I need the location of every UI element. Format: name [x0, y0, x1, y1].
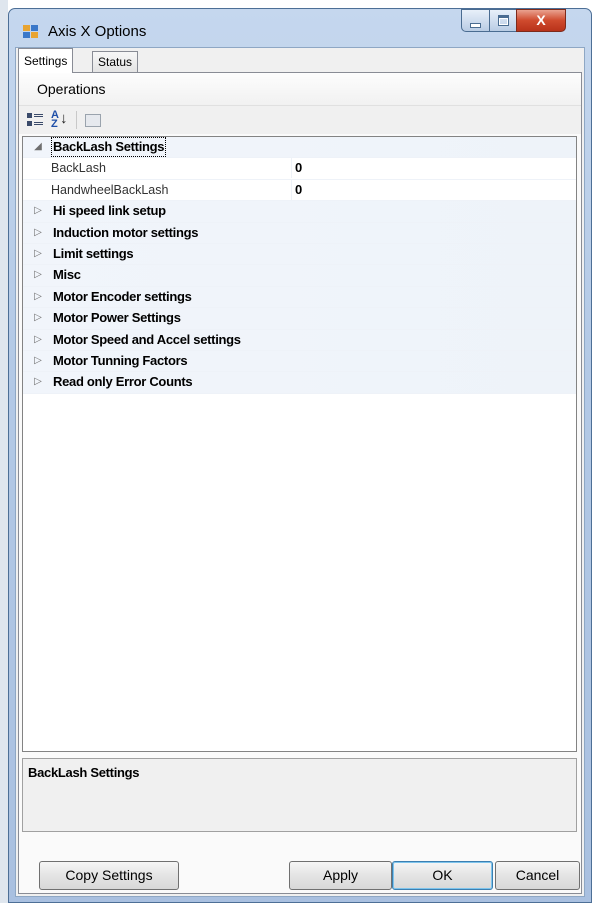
- window-title: Axis X Options: [48, 23, 147, 40]
- category-row[interactable]: ▷ Induction motor settings: [23, 222, 576, 244]
- category-label[interactable]: Misc: [53, 265, 81, 285]
- collapsed-icon[interactable]: ▷: [32, 244, 44, 264]
- window-client-area: Settings Status Operations A Z ↓ ◢ BackL…: [15, 47, 585, 897]
- collapsed-icon[interactable]: ▷: [32, 330, 44, 350]
- collapsed-icon[interactable]: ▷: [32, 287, 44, 307]
- category-label[interactable]: Limit settings: [53, 244, 134, 264]
- sort-alphabetical-icon[interactable]: A Z ↓: [49, 110, 69, 130]
- collapsed-icon[interactable]: ▷: [32, 223, 44, 243]
- category-row[interactable]: ▷ Motor Tunning Factors: [23, 350, 576, 373]
- category-row[interactable]: ◢ BackLash Settings: [23, 137, 576, 159]
- help-title: BackLash Settings: [28, 765, 140, 780]
- collapsed-icon[interactable]: ▷: [32, 351, 44, 371]
- category-row[interactable]: ▷ Hi speed link setup: [23, 201, 576, 223]
- background-edge: [0, 0, 8, 903]
- operations-label[interactable]: Operations: [37, 81, 105, 97]
- close-button[interactable]: X: [516, 9, 566, 32]
- category-row[interactable]: ▷ Motor Encoder settings: [23, 286, 576, 309]
- apply-button[interactable]: Apply: [289, 861, 392, 890]
- categorized-icon[interactable]: [25, 110, 45, 130]
- category-row[interactable]: ▷ Limit settings: [23, 243, 576, 266]
- button-bar: Copy Settings Apply OK Cancel: [19, 839, 581, 895]
- category-label[interactable]: Motor Power Settings: [53, 308, 181, 328]
- category-label[interactable]: Motor Speed and Accel settings: [53, 330, 241, 350]
- copy-settings-button[interactable]: Copy Settings: [39, 861, 179, 890]
- property-row[interactable]: BackLash 0: [23, 158, 576, 180]
- property-name: BackLash: [51, 161, 106, 176]
- category-row[interactable]: ▷ Read only Error Counts: [23, 372, 576, 394]
- property-value[interactable]: 0: [295, 180, 302, 200]
- category-label[interactable]: Induction motor settings: [53, 223, 198, 243]
- axis-options-window: Axis X Options X Settings Status Operati…: [8, 8, 592, 903]
- category-label[interactable]: BackLash Settings: [51, 137, 167, 157]
- category-label[interactable]: Motor Tunning Factors: [53, 351, 188, 371]
- category-label[interactable]: Motor Encoder settings: [53, 287, 192, 307]
- minimize-icon: [470, 23, 481, 28]
- maximize-icon: [497, 15, 509, 26]
- app-icon: [23, 25, 39, 39]
- category-row[interactable]: ▷ Motor Speed and Accel settings: [23, 329, 576, 351]
- ok-button[interactable]: OK: [392, 861, 493, 890]
- collapsed-icon[interactable]: ▷: [32, 308, 44, 328]
- category-row[interactable]: ▷ Misc: [23, 265, 576, 287]
- collapsed-icon[interactable]: ▷: [32, 201, 44, 221]
- tab-status[interactable]: Status: [92, 51, 139, 73]
- column-splitter[interactable]: [291, 158, 292, 179]
- maximize-button[interactable]: [489, 9, 517, 32]
- close-icon: X: [536, 12, 546, 28]
- property-help-panel: BackLash Settings: [22, 758, 577, 832]
- property-name: HandwheelBackLash: [51, 182, 169, 197]
- property-row[interactable]: HandwheelBackLash 0: [23, 179, 576, 202]
- collapsed-icon[interactable]: ▷: [32, 265, 44, 285]
- expanded-icon[interactable]: ◢: [32, 137, 44, 157]
- toolbar-separator: [76, 111, 77, 129]
- property-grid[interactable]: ◢ BackLash Settings BackLash 0 Handwheel…: [22, 136, 577, 752]
- operations-header: Operations: [19, 73, 581, 105]
- tab-settings[interactable]: Settings: [18, 48, 74, 73]
- settings-tab-panel: Operations A Z ↓ ◢ BackLash Settings Bac…: [18, 72, 582, 894]
- cancel-button[interactable]: Cancel: [495, 861, 580, 890]
- category-row[interactable]: ▷ Motor Power Settings: [23, 308, 576, 330]
- minimize-button[interactable]: [461, 9, 490, 32]
- title-bar[interactable]: Axis X Options X: [9, 9, 591, 47]
- tab-strip: Settings Status: [16, 48, 584, 73]
- property-pages-icon[interactable]: [83, 110, 103, 130]
- property-value[interactable]: 0: [295, 158, 302, 178]
- collapsed-icon[interactable]: ▷: [32, 372, 44, 392]
- column-splitter[interactable]: [291, 179, 292, 200]
- property-grid-toolbar: A Z ↓: [19, 105, 581, 134]
- category-label[interactable]: Hi speed link setup: [53, 201, 166, 221]
- category-label[interactable]: Read only Error Counts: [53, 372, 193, 392]
